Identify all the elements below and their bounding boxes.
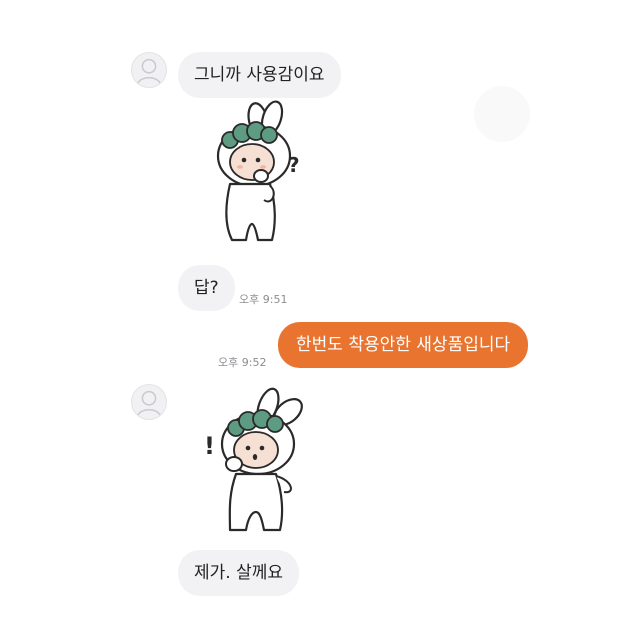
message-text: 답? <box>194 278 219 298</box>
message-timestamp: 오후 9:51 <box>239 293 288 306</box>
message-bubble-incoming[interactable]: 답? <box>178 265 235 311</box>
message-bubble-incoming[interactable]: 제가. 살께요 <box>178 550 300 596</box>
sender-avatar-icon[interactable] <box>131 384 167 420</box>
bunny-thinking-sticker[interactable]: ? <box>206 100 316 248</box>
background-blur-shape <box>474 86 530 142</box>
message-bubble-incoming[interactable]: 그니까 사용감이요 <box>178 52 341 98</box>
message-text: 제가. 살께요 <box>194 563 284 583</box>
message-timestamp: 오후 9:52 <box>218 356 267 369</box>
bunny-surprised-sticker[interactable]: ! <box>200 384 316 536</box>
exclamation-mark-icon: ! <box>204 432 215 460</box>
message-text: 한번도 착용안한 새상품입니다 <box>296 335 511 355</box>
message-text: 그니까 사용감이요 <box>194 65 325 85</box>
question-mark-icon: ? <box>288 153 300 177</box>
message-bubble-outgoing[interactable]: 한번도 착용안한 새상품입니다 <box>278 322 529 368</box>
sender-avatar-icon[interactable] <box>131 52 167 88</box>
